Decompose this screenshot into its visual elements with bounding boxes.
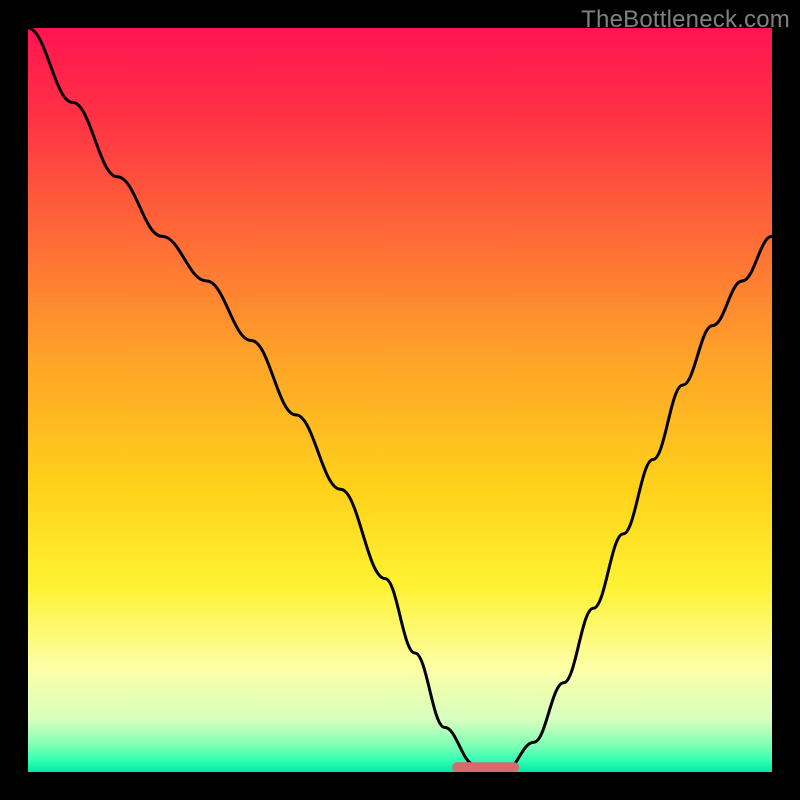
watermark-text: TheBottleneck.com [581, 6, 790, 34]
optimal-region-marker [452, 762, 519, 772]
gradient-background [28, 28, 772, 772]
bottleneck-chart [28, 28, 772, 772]
chart-frame: TheBottleneck.com [0, 0, 800, 800]
